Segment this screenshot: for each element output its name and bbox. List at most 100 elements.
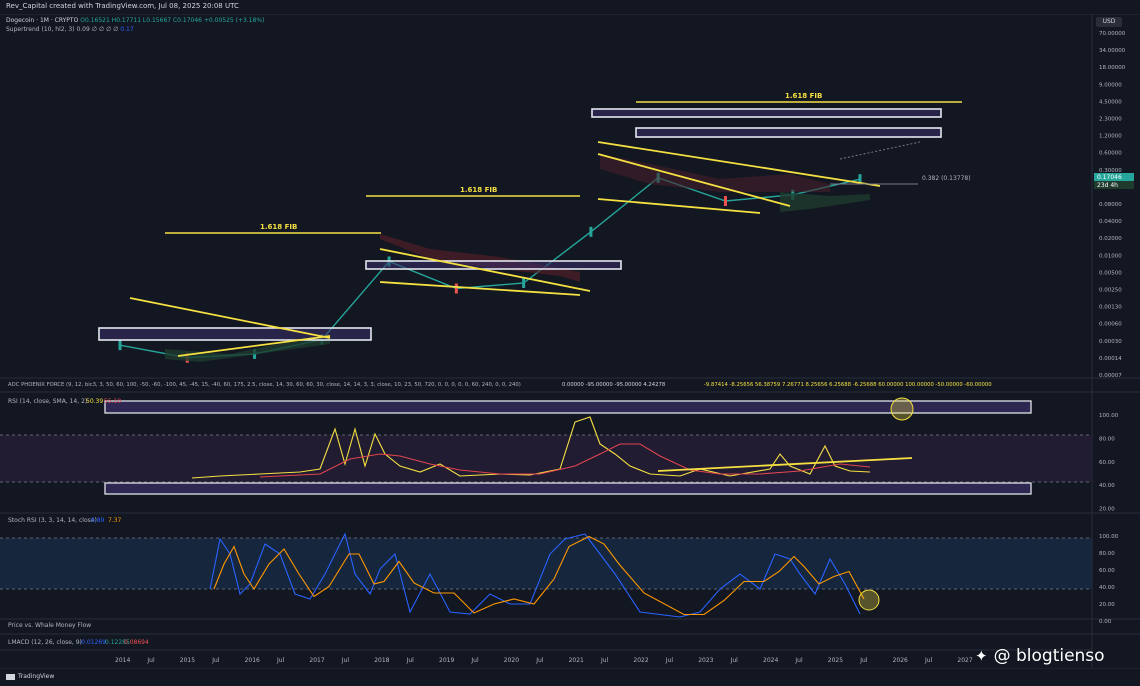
time-tick-label: 2025 xyxy=(828,657,843,664)
fib-lines xyxy=(165,101,962,234)
stoch-label: Stoch RSI (3, 3, 14, 14, close) xyxy=(8,517,97,524)
adc-label: ADC PHOENIX FORCE (9, 12, bic3, 3, 50, 6… xyxy=(8,382,521,388)
time-tick-label: 2024 xyxy=(763,657,778,664)
time-tick-label: Jul xyxy=(665,657,674,664)
time-tick-label: Jul xyxy=(470,657,479,664)
time-tick-label: 2016 xyxy=(245,657,260,664)
time-tick-label: Jul xyxy=(406,657,415,664)
stoch-tick-label: 100.00 xyxy=(1099,534,1119,540)
projection-line xyxy=(839,141,921,160)
price-candle xyxy=(723,196,727,206)
rsi-value: 50.39 xyxy=(86,398,103,405)
time-tick-label: 2022 xyxy=(633,657,648,664)
rsi-tick-label: 60.00 xyxy=(1099,460,1115,466)
rsi-pane: 100.00 80.00 60.00 40.00 20.00 xyxy=(0,397,1119,513)
price-tick-label: 0.00500 xyxy=(1099,270,1122,276)
time-tick-label: Jul xyxy=(276,657,285,664)
price-candle xyxy=(118,340,122,351)
price-tick-label: 0.00130 xyxy=(1099,305,1122,311)
price-tick-label: 0.00014 xyxy=(1099,356,1122,362)
footer: TradingView xyxy=(0,668,1140,686)
time-tick-label: 2017 xyxy=(309,657,324,664)
time-axis: 2014 Jul 2015 Jul 2016 Jul 2017 Jul 2018 Jul 2019 J… xyxy=(115,657,973,664)
price-candle xyxy=(454,283,458,294)
price-tick-label: 0.30000 xyxy=(1099,168,1122,174)
time-tick-label: 2019 xyxy=(439,657,454,664)
time-tick-label: Jul xyxy=(341,657,350,664)
current-price-label: 0.17046 xyxy=(1097,174,1122,181)
lmacd-v3: 0.08694 xyxy=(124,639,149,646)
countdown-label: 23d 4h xyxy=(1097,182,1118,189)
price-tick-label: 0.00250 xyxy=(1099,288,1122,294)
time-tick-label: Jul xyxy=(794,657,803,664)
fib-label-1: 1.618 FIB xyxy=(260,223,297,231)
price-tick-label: 70.00000 xyxy=(1099,31,1126,37)
price-tick-label: 4.50000 xyxy=(1099,99,1122,105)
lmacd-label: LMACD (12, 26, close, 9) xyxy=(8,639,82,646)
price-tick-label: 2.30000 xyxy=(1099,117,1122,123)
stoch-tick-label: 80.00 xyxy=(1099,551,1115,557)
trendlines xyxy=(129,141,881,357)
rsi-label: RSI (14, close, SMA, 14, 2) xyxy=(8,398,87,405)
price-tick-label: 0.00007 xyxy=(1099,373,1122,379)
time-tick-label: 2023 xyxy=(698,657,713,664)
rsi-tick-label: 100.00 xyxy=(1099,413,1119,419)
price-candle xyxy=(522,278,526,289)
time-tick-label: 2021 xyxy=(569,657,584,664)
time-tick-label: Jul xyxy=(535,657,544,664)
time-tick-label: 2026 xyxy=(893,657,908,664)
time-tick-label: 2027 xyxy=(957,657,972,664)
price-tick-label: 0.02000 xyxy=(1099,236,1122,242)
tradingview-logo-icon xyxy=(6,673,15,680)
watermark: ✦ @ blogtienso xyxy=(975,646,1105,666)
stoch-d: 7.37 xyxy=(108,517,122,524)
stoch-k: 6.89 xyxy=(91,517,105,524)
price-tick-label: 18.00000 xyxy=(1099,65,1126,71)
price-tick-label: 0.00060 xyxy=(1099,322,1122,328)
time-tick-label: 2018 xyxy=(374,657,389,664)
stoch-pane: 100.00 80.00 60.00 40.00 20.00 0.00 xyxy=(0,532,1119,625)
header-created: Rev_Capital created with TradingView.com… xyxy=(6,2,239,10)
lmacd-v1: -0.01269 xyxy=(79,639,106,646)
time-tick-label: 2015 xyxy=(180,657,195,664)
chart-canvas[interactable]: 70.00000 34.00000 18.00000 9.00000 4.50000 2.… xyxy=(0,14,1140,668)
stoch-tick-label: 20.00 xyxy=(1099,602,1115,608)
fib-level-label: 0.382 (0.13778) xyxy=(922,175,971,182)
header-bar: Rev_Capital created with TradingView.com… xyxy=(0,0,1140,15)
time-tick-label: 2014 xyxy=(115,657,130,664)
price-tick-label: 34.00000 xyxy=(1099,48,1126,54)
fib-boxes xyxy=(98,108,942,341)
rsi-tick-label: 40.00 xyxy=(1099,483,1115,489)
time-tick-label: Jul xyxy=(146,657,155,664)
adc-values: 0.00000 -95.00000 -95.00000 4.24278 xyxy=(562,382,666,388)
rsi-value-2: 55.10 xyxy=(104,398,121,405)
rsi-tick-label: 20.00 xyxy=(1099,507,1115,513)
price-tick-label: 0.04000 xyxy=(1099,219,1122,225)
rsi-tick-label: 80.00 xyxy=(1099,436,1115,442)
tradingview-brand[interactable]: TradingView xyxy=(6,673,54,680)
watermark-logo-icon: ✦ xyxy=(975,647,988,665)
adc-values-2: -9.87414 -8.25656 56.38759 7.26771 8.256… xyxy=(704,382,992,388)
price-scale: 70.00000 34.00000 18.00000 9.00000 4.50000 2.… xyxy=(1099,31,1126,379)
watermark-text: @ blogtienso xyxy=(993,646,1105,666)
time-tick-label: Jul xyxy=(859,657,868,664)
time-tick-label: Jul xyxy=(924,657,933,664)
fib-label-2: 1.618 FIB xyxy=(460,186,497,194)
price-tick-label: 0.60000 xyxy=(1099,151,1122,157)
stoch-tick-label: 60.00 xyxy=(1099,568,1115,574)
price-tick-label: 1.20000 xyxy=(1099,134,1122,140)
price-tick-label: 0.00030 xyxy=(1099,339,1122,345)
stoch-tick-label: 0.00 xyxy=(1099,619,1112,625)
time-tick-label: Jul xyxy=(730,657,739,664)
tradingview-brand-text: TradingView xyxy=(18,673,55,680)
price-tick-label: 9.00000 xyxy=(1099,82,1122,88)
stoch-tick-label: 40.00 xyxy=(1099,585,1115,591)
time-tick-label: Jul xyxy=(211,657,220,664)
time-tick-label: Jul xyxy=(600,657,609,664)
fib-label-3: 1.618 FIB xyxy=(785,92,822,100)
price-tick-label: 0.08000 xyxy=(1099,202,1122,208)
price-candle xyxy=(589,226,593,237)
price-tick-label: 0.01000 xyxy=(1099,253,1122,259)
time-tick-label: 2020 xyxy=(504,657,519,664)
whale-label: Price vs. Whale Money Flow xyxy=(8,622,91,629)
